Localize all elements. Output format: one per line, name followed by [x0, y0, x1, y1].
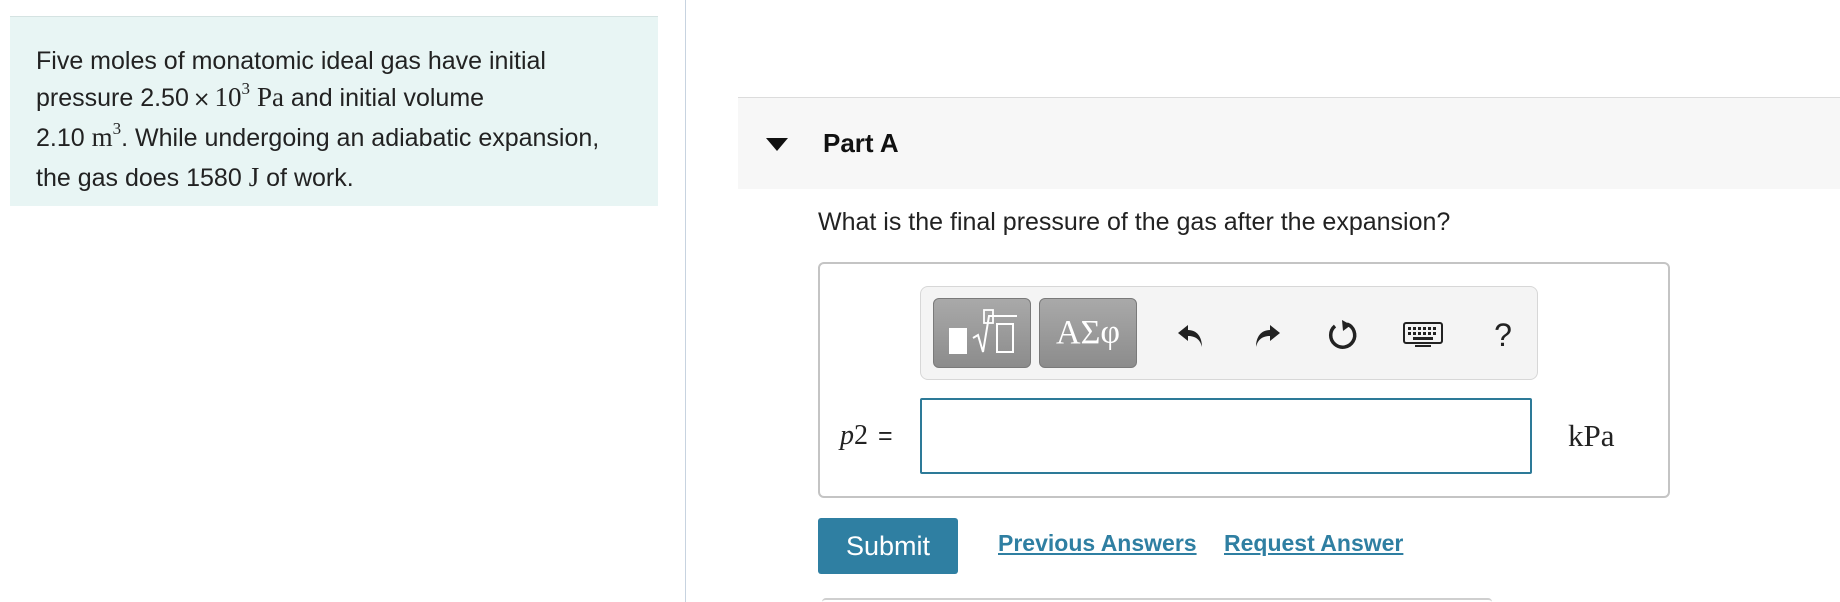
problem-line-4: the gas does 1580 J of work. — [36, 162, 354, 192]
answer-input[interactable] — [920, 398, 1532, 474]
problem-statement: Five moles of monatomic ideal gas have i… — [10, 16, 658, 206]
answer-box: ΑΣφ ? p2 = kPa — [818, 262, 1670, 498]
submit-button[interactable]: Submit — [818, 518, 958, 574]
problem-line-1: Five moles of monatomic ideal gas have i… — [36, 47, 546, 75]
part-a-header[interactable]: Part A — [738, 97, 1840, 189]
problem-line-3: 2.10 m3. While undergoing an adiabatic e… — [36, 119, 600, 152]
part-title: Part A — [823, 128, 899, 158]
request-answer-link[interactable]: Request Answer — [1224, 530, 1403, 557]
next-section-edge — [822, 598, 1492, 602]
template-button[interactable] — [933, 298, 1031, 368]
greek-symbols-button[interactable]: ΑΣφ — [1039, 298, 1137, 368]
keyboard-icon[interactable] — [1401, 313, 1445, 357]
variable-label: p2 = — [840, 420, 893, 451]
template-icon — [949, 309, 1017, 354]
problem-line-2: pressure 2.50 × 103 Pa and initial volume — [36, 79, 485, 112]
math-toolbar: ΑΣφ ? — [920, 286, 1538, 380]
unit-label: kPa — [1568, 418, 1615, 453]
reset-icon[interactable] — [1321, 313, 1365, 357]
question-text: What is the final pressure of the gas af… — [818, 208, 1451, 236]
help-icon[interactable]: ? — [1481, 313, 1525, 357]
undo-icon[interactable] — [1169, 313, 1213, 357]
problem-column: Five moles of monatomic ideal gas have i… — [0, 0, 686, 602]
collapse-triangle-icon[interactable] — [766, 138, 788, 151]
previous-answers-link[interactable]: Previous Answers — [998, 530, 1197, 557]
redo-icon[interactable] — [1245, 313, 1289, 357]
